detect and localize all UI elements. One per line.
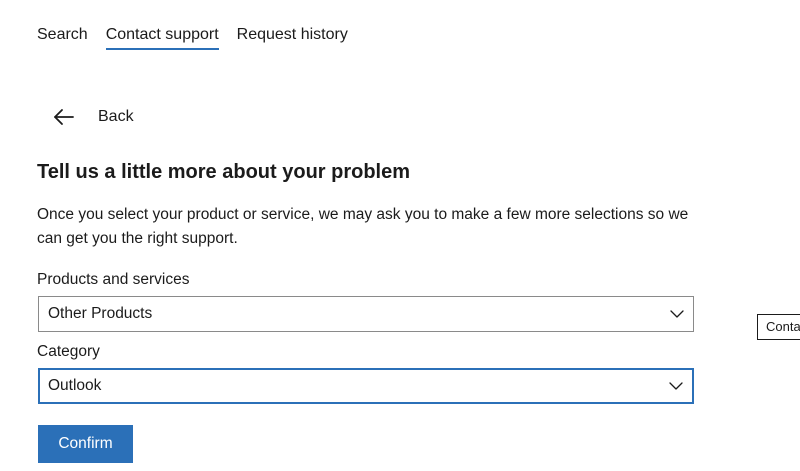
back-button[interactable]: Back — [50, 104, 134, 130]
products-label: Products and services — [37, 271, 190, 288]
chevron-down-icon — [670, 310, 684, 318]
page-title: Tell us a little more about your problem — [37, 161, 411, 183]
category-label: Category — [37, 343, 100, 360]
chevron-down-icon — [669, 382, 683, 390]
contact-support-page: Search Contact support Request history B… — [0, 0, 800, 471]
tab-request-history[interactable]: Request history — [237, 24, 348, 52]
tab-search[interactable]: Search — [37, 24, 88, 52]
category-select-value: Outlook — [48, 377, 102, 394]
contact-tooltip: Conta — [757, 314, 800, 340]
arrow-left-icon — [50, 104, 76, 130]
form-description: Once you select your product or service,… — [37, 206, 689, 247]
products-select[interactable]: Other Products — [38, 296, 694, 332]
support-tabs: Search Contact support Request history — [37, 24, 366, 52]
back-label: Back — [98, 108, 134, 125]
products-select-value: Other Products — [48, 305, 153, 322]
category-select[interactable]: Outlook — [38, 368, 694, 404]
confirm-button[interactable]: Confirm — [38, 425, 133, 463]
tab-contact-support[interactable]: Contact support — [105, 24, 219, 52]
